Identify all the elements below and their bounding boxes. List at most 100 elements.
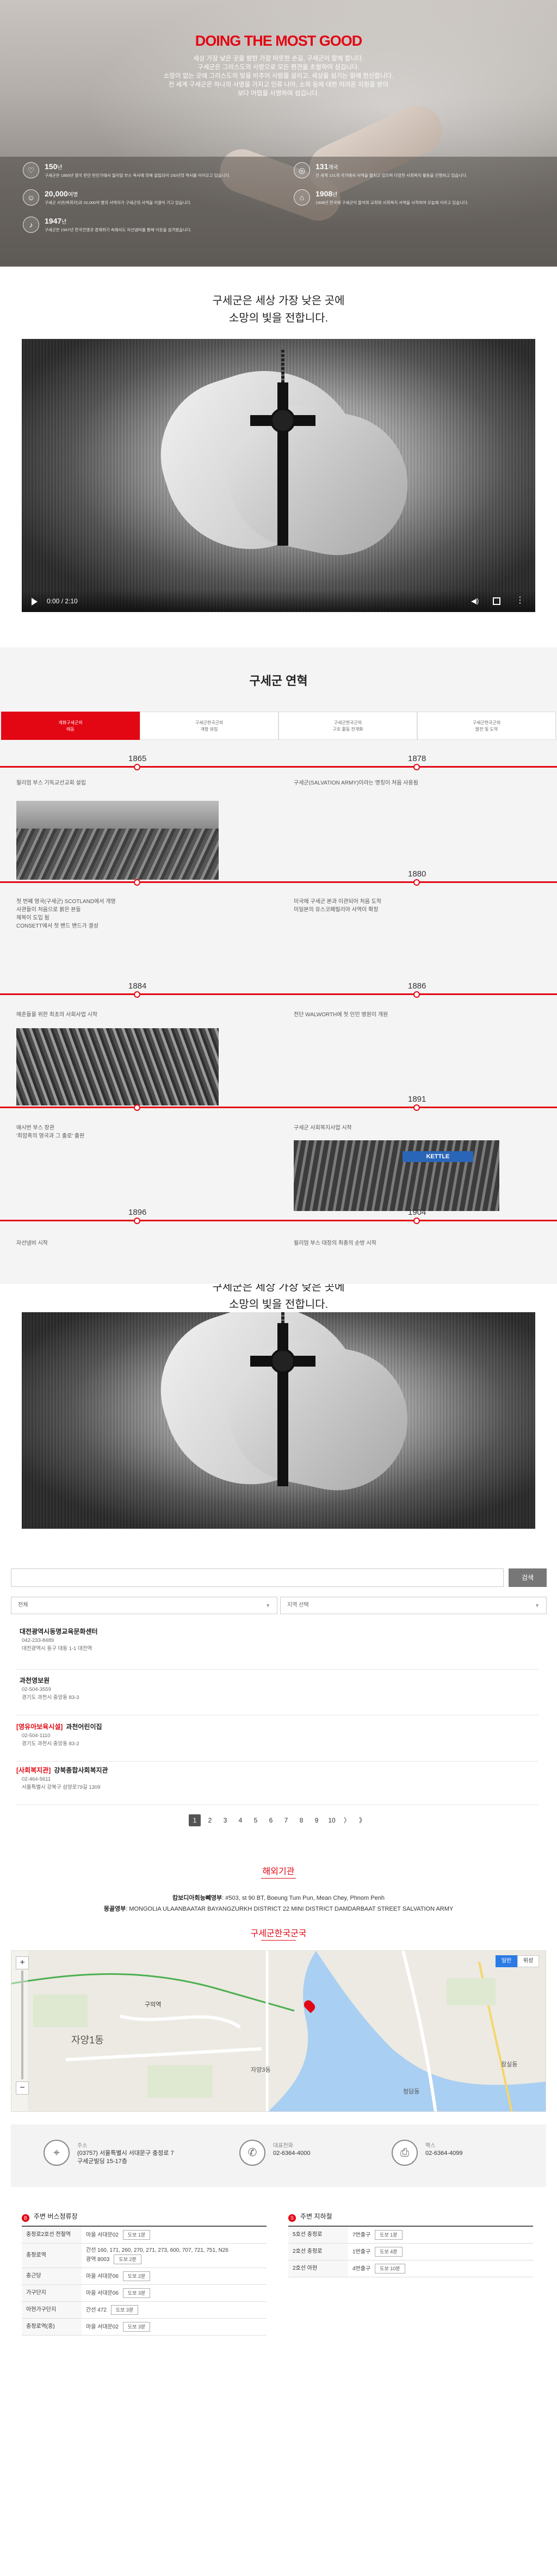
event-text: 애시번 부스 장관 '최암흑의 영국과 그 출로' 출판 [16,1125,85,1139]
walk-time-button[interactable]: 도보 4분 [375,2247,403,2257]
stat-item: ⌂ 1908년 1908년 한국에 구세군이 들어와 교회와 사회복지 사역을 … [294,189,544,207]
zoom-out-button[interactable]: − [16,2081,29,2095]
tab-history-2[interactable]: 구세군한국군의 개항 유입 [140,712,278,740]
org-name[interactable]: [사회복지관] 강북종합사회복지관 [16,1765,539,1775]
org-address: 서울특별시 강북구 삼양로79길 1309 [22,1784,101,1790]
video-controls: 0:00 / 2:10 ◀) ⋮ [22,590,535,612]
stat-item: ◎ 131개국 전 세계 131개 국가에서 사역을 펼치고 있으며 다양한 사… [294,162,544,180]
org-item: [사회복지관] 강북종합사회복지관 02-464-5611 서울특별시 강북구 삼… [16,1765,539,1805]
event-text: 구세군 사회복지사업 시작 [294,1125,352,1131]
org-name[interactable]: 대전광역시동명교육문화센터 [16,1627,539,1636]
stat-text: 구세군 사관(목회자)과 20,000여 명의 사역자가 구세군의 사역을 이끌… [45,200,191,205]
walk-time-button[interactable]: 도보 2분 [114,2254,141,2264]
next-page-icon[interactable]: 〉 [341,1814,353,1826]
tab-history-1[interactable]: 개화구세군의 태동 [1,712,140,740]
kettle-sign: KETTLE [403,1151,473,1162]
org-item: 과천영보원 02-504-3559 경기도 과천시 중앙동 83-3 [16,1676,539,1715]
zoom-slider[interactable] [21,1970,23,2079]
video-player[interactable] [22,1312,535,1529]
location-map[interactable]: 자양1동 구의역 자양3동 청담동 잠실동 일반 위성 + − [11,1950,546,2112]
page-button[interactable]: 7 [280,1814,292,1826]
page-button[interactable]: 10 [326,1814,338,1826]
walk-time-button[interactable]: 도보 1분 [375,2230,403,2240]
walk-time-button[interactable]: 도보 1분 [122,2230,151,2240]
map-label: 구의역 [145,2002,162,2008]
crucifix-image [250,1312,315,1486]
page-button[interactable]: 1 [189,1814,201,1826]
tab-history-3[interactable]: 구세군한국군의 구조 활동 전개화 [278,712,417,740]
video-title-line: 소망의 빛을 전합니다. [228,1299,329,1311]
page-button[interactable]: 2 [204,1814,216,1826]
page-button[interactable]: 4 [234,1814,246,1826]
hero-description-line: 구세군은 그리스도의 사랑으로 모든 편견을 초월하여 섬깁니다. [197,64,360,71]
org-item: 대전광역시동명교육문화센터 042-233-8489 대전광역시 동구 대동 1… [16,1627,539,1670]
video-section-2: 구세군은 세상 가장 낮은 곳에 소망의 빛을 전합니다. [0,1284,557,1545]
region-select[interactable]: 지역 선택 ▼ [280,1597,547,1614]
video-player[interactable]: 0:00 / 2:10 ◀) ⋮ [22,339,535,612]
chevron-down-icon: ▼ [265,1603,270,1608]
timeline-dot [413,991,420,998]
fullscreen-icon[interactable] [493,597,500,605]
table-row: 가구단지 마을 서대문06 도보 3분 [22,2284,267,2302]
walk-time-button[interactable]: 도보 3분 [122,2322,151,2332]
more-options-icon[interactable]: ⋮ [516,596,524,606]
page-button[interactable]: 5 [250,1814,262,1826]
subway-table-title: S 주변 지하철 [288,2211,332,2222]
map-satellite-button[interactable]: 위성 [517,1955,539,1967]
table-row: 아현가구단지 간선 472 도보 3분 [22,2301,267,2319]
history-photo [16,801,219,880]
org-name[interactable]: 과천영보원 [16,1676,539,1685]
timeline-dot [134,879,140,886]
hero-description-line: 전 세계 구세군은 하나의 사명을 가지고 인류 나아, 소외 등에 대한 어려… [168,82,389,88]
hero-description: 세상 가장 낮은 곳을 향한 가장 따뜻한 손길, 구세군이 함께 합니다. 구… [143,54,414,98]
page-button[interactable]: 9 [311,1814,323,1826]
page-button[interactable]: 6 [265,1814,277,1826]
zoom-in-button[interactable]: + [16,1956,29,1969]
org-address: 경기도 과천시 중앙동 83-3 [22,1695,79,1701]
video-time: 0:00 / 2:10 [47,597,78,605]
org-phone: 02-464-5611 [22,1776,51,1782]
volume-icon[interactable]: ◀) [471,597,480,606]
last-page-icon[interactable]: 》 [356,1814,368,1826]
stat-item: ☺ 20,000여명 구세군 사관(목회자)과 20,000여 명의 사역자가 … [23,189,273,207]
timeline-dot [134,764,140,770]
walk-time-button[interactable]: 도보 10분 [375,2264,405,2274]
play-icon[interactable] [32,598,38,606]
search-input[interactable] [11,1568,504,1587]
video-title: 구세군은 세상 가장 낮은 곳에 소망의 빛을 전합니다. [0,1284,557,1313]
category-select[interactable]: 전체 ▼ [11,1597,277,1614]
overseas-item: 몽골영부: MONGOLIA ULAANBAATAR BAYANGZURKH D… [103,1906,454,1912]
stat-number: 1908년 [315,189,338,198]
timeline-dot [134,1218,140,1224]
chevron-down-icon: ▼ [535,1603,540,1608]
stat-number: 131개국 [315,162,338,171]
org-phone: 02-504-1110 [22,1733,51,1739]
org-phone: 042-233-8489 [22,1638,54,1644]
tab-history-4[interactable]: 구세군한국군의 발전 및 도약 [417,712,556,740]
overseas-title: 해외기관 [262,1867,295,1876]
stat-item: ♡ 150년 구세군은 1865년 영국 런던 빈민가에서 윌리엄 부스 목사에… [23,162,273,180]
stat-text: 1908년 한국에 구세군이 들어와 교회와 사회복지 사역을 시작하여 오늘에… [315,200,469,205]
year-label: 1880 [408,869,426,879]
event-text: 구세군(SALVATION ARMY)이라는 명칭이 처음 사용됨 [294,780,418,786]
fax-label: 팩스 [425,2143,436,2149]
timeline-line [0,881,557,883]
timeline-line [0,1107,557,1108]
table-row: 2호선 아현 4번출구 도보 10분 [288,2260,533,2277]
search-button[interactable]: 검색 [509,1568,547,1587]
org-name[interactable]: [영유아보육시설] 과천어린이집 [16,1722,539,1732]
page-button[interactable]: 8 [295,1814,307,1826]
table-row: 5호선 충정로 7번출구 도보 1분 [288,2226,533,2244]
phone-icon: ✆ [239,2140,265,2166]
fax-icon: ⎙ [392,2140,418,2166]
timeline-dot [413,1218,420,1224]
walk-time-button[interactable]: 도보 3분 [110,2305,139,2315]
map-normal-button[interactable]: 일반 [496,1955,517,1967]
stat-text: 구세군은 1947년 한국전쟁과 경제위기 속에서도 자선냄비를 통해 이웃을 … [45,227,192,232]
walk-time-button[interactable]: 도보 3분 [122,2288,151,2298]
walk-time-button[interactable]: 도보 2분 [122,2271,151,2281]
year-label: 1904 [408,1208,426,1217]
page-button[interactable]: 3 [219,1814,231,1826]
timeline-dot [413,879,420,886]
heart-icon: ♡ [23,162,39,178]
